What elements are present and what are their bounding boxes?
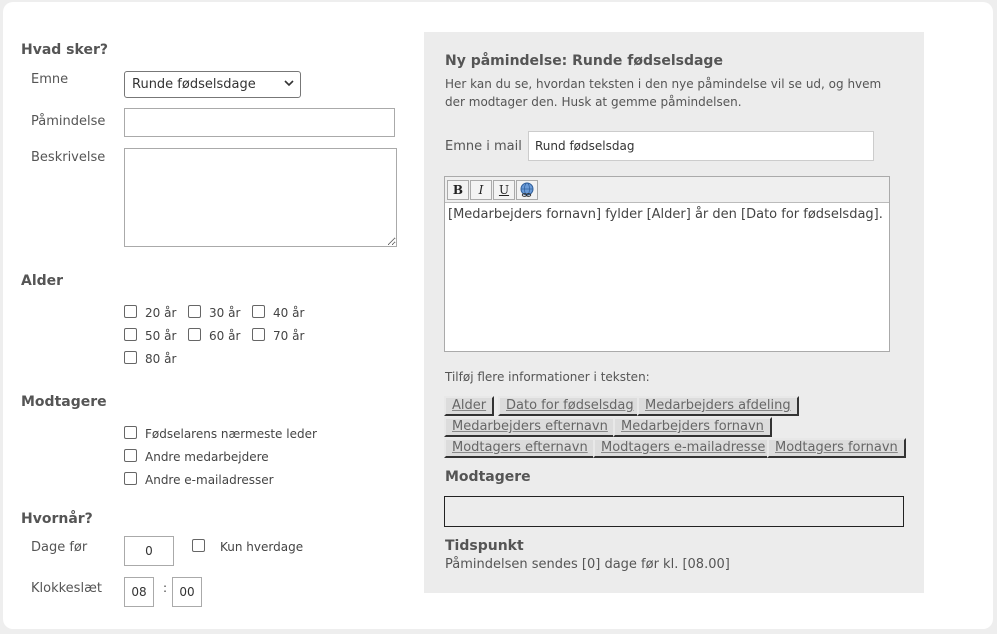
tag-button-recipient-lastname[interactable]: Modtagers efternavn xyxy=(444,438,596,458)
age-80-checkbox[interactable] xyxy=(124,351,137,364)
age-60-checkbox[interactable] xyxy=(188,328,201,341)
time-separator: : xyxy=(163,581,168,595)
tag-button-employee-lastname[interactable]: Medarbejders efternavn xyxy=(444,417,616,437)
preview-intro: Her kan du se, hvordan teksten i den nye… xyxy=(445,77,882,109)
tag-button-employee-department[interactable]: Medarbejders afdeling xyxy=(637,396,799,416)
preview-recipients-box xyxy=(444,496,904,527)
mail-subject-label: Emne i mail xyxy=(445,139,522,154)
description-textarea[interactable] xyxy=(124,148,397,247)
rich-text-editor xyxy=(444,176,890,352)
reminder-label: Påmindelse xyxy=(31,114,106,129)
editor-body-text[interactable]: [Medarbejders fornavn] fylder [Alder] år… xyxy=(448,206,886,224)
section-title-when: Hvornår? xyxy=(21,511,93,527)
recipient-manager-checkbox[interactable] xyxy=(124,426,137,439)
hour-input[interactable] xyxy=(124,577,154,607)
preview-time-text: Påmindelsen sendes [0] dage før kl. [08.… xyxy=(445,557,730,572)
section-title-what: Hvad sker? xyxy=(21,42,108,58)
minute-input[interactable] xyxy=(172,577,202,607)
days-before-input[interactable] xyxy=(124,536,174,566)
age-40-label: 40 år xyxy=(273,306,305,320)
reminder-input[interactable] xyxy=(124,108,395,137)
age-20-label: 20 år xyxy=(145,306,177,320)
recipient-manager-label: Fødselarens nærmeste leder xyxy=(145,427,317,441)
tag-button-recipient-firstname[interactable]: Modtagers fornavn xyxy=(767,438,906,458)
section-title-recipients: Modtagere xyxy=(21,394,107,410)
section-title-age: Alder xyxy=(21,273,64,289)
age-20-checkbox[interactable] xyxy=(124,305,137,318)
age-30-checkbox[interactable] xyxy=(188,305,201,318)
tag-button-age[interactable]: Alder xyxy=(444,396,495,416)
tag-button-recipient-email[interactable]: Modtagers e-mailadresse xyxy=(593,438,774,458)
link-globe-icon xyxy=(520,182,534,197)
tag-button-birthday-date[interactable]: Dato for fødselsdag xyxy=(498,396,642,416)
subject-label: Emne xyxy=(31,72,69,87)
recipient-emails-checkbox[interactable] xyxy=(124,472,137,485)
days-before-label: Dage før xyxy=(31,540,88,555)
bold-button[interactable]: B xyxy=(447,180,469,200)
age-60-label: 60 år xyxy=(209,329,241,343)
age-40-checkbox[interactable] xyxy=(252,305,265,318)
subject-select-value: Runde fødselsdage xyxy=(132,77,256,92)
age-50-checkbox[interactable] xyxy=(124,328,137,341)
age-70-checkbox[interactable] xyxy=(252,328,265,341)
preview-recipients-title: Modtagere xyxy=(445,469,531,485)
time-label: Klokkeslæt xyxy=(31,581,102,596)
link-button[interactable] xyxy=(516,180,538,200)
recipient-colleagues-checkbox[interactable] xyxy=(124,449,137,462)
preview-time-title: Tidspunkt xyxy=(445,538,524,554)
tag-button-employee-firstname[interactable]: Medarbejders fornavn xyxy=(613,417,772,437)
age-50-label: 50 år xyxy=(145,329,177,343)
mail-subject-input[interactable] xyxy=(528,131,874,161)
weekdays-only-label: Kun hverdage xyxy=(220,540,304,554)
weekdays-only-checkbox[interactable] xyxy=(192,539,205,552)
underline-button[interactable]: U xyxy=(493,180,515,200)
italic-button[interactable]: I xyxy=(470,180,492,200)
preview-title: Ny påmindelse: Runde fødselsdage xyxy=(445,53,723,69)
recipient-colleagues-label: Andre medarbejdere xyxy=(145,450,269,464)
chevron-down-icon xyxy=(284,78,294,91)
age-30-label: 30 år xyxy=(209,306,241,320)
add-info-label: Tilføj flere informationer i teksten: xyxy=(445,370,650,384)
subject-select[interactable]: Runde fødselsdage xyxy=(124,71,301,98)
recipient-emails-label: Andre e-mailadresser xyxy=(145,473,274,487)
age-80-label: 80 år xyxy=(145,352,177,366)
age-70-label: 70 år xyxy=(273,329,305,343)
description-label: Beskrivelse xyxy=(31,150,106,165)
